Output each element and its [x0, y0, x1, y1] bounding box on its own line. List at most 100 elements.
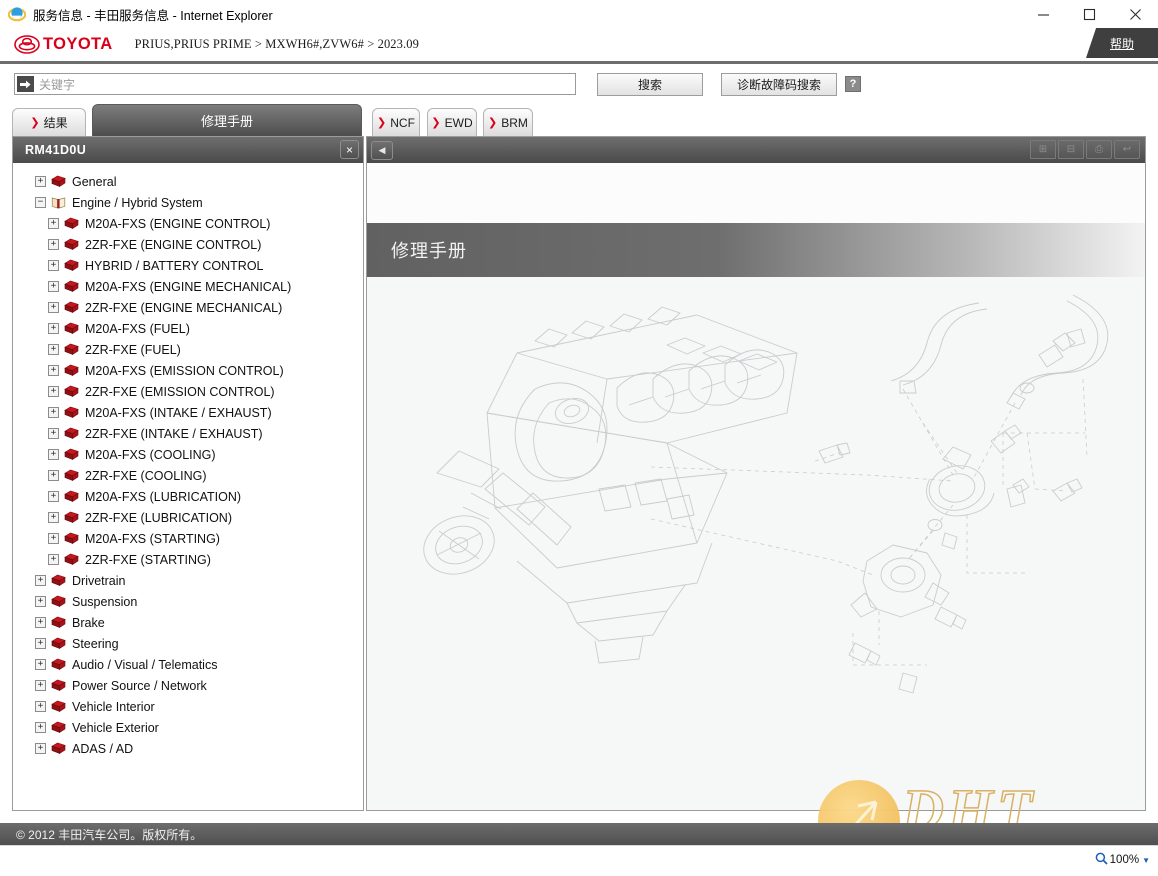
collapse-all-icon[interactable]: ⊟: [1058, 140, 1084, 159]
tree-item-label: 2ZR-FXE (STARTING): [85, 552, 211, 567]
tab-result[interactable]: ❯ 结果: [12, 108, 86, 136]
expand-node-icon[interactable]: +: [48, 260, 59, 271]
tree-item[interactable]: + Brake: [13, 612, 363, 633]
tree-item[interactable]: + ADAS / AD: [13, 738, 363, 759]
zoom-control[interactable]: 100% ▼: [1095, 852, 1150, 868]
expand-node-icon[interactable]: +: [35, 638, 46, 649]
tab-brm[interactable]: ❯ BRM: [483, 108, 533, 136]
minimize-button[interactable]: [1020, 0, 1066, 28]
expand-node-icon[interactable]: +: [48, 323, 59, 334]
tab-ewd-label: EWD: [444, 115, 473, 130]
tree-item[interactable]: + Audio / Visual / Telematics: [13, 654, 363, 675]
search-button[interactable]: 搜索: [597, 72, 703, 96]
expand-node-icon[interactable]: +: [35, 617, 46, 628]
tree-item-label: 2ZR-FXE (ENGINE MECHANICAL): [85, 300, 283, 315]
expand-node-icon[interactable]: +: [48, 365, 59, 376]
book-icon: [51, 658, 66, 671]
tree-item-label: M20A-FXS (COOLING): [85, 447, 216, 462]
tree-item[interactable]: + M20A-FXS (STARTING): [13, 528, 363, 549]
tree-item[interactable]: + M20A-FXS (LUBRICATION): [13, 486, 363, 507]
tree-item[interactable]: +2ZR-FXE (FUEL): [13, 339, 363, 360]
tree-item[interactable]: +2ZR-FXE (COOLING): [13, 465, 363, 486]
search-placeholder: 关键字: [39, 77, 76, 92]
close-button[interactable]: [1112, 0, 1158, 28]
expand-node-icon[interactable]: +: [35, 596, 46, 607]
tree-item[interactable]: + Vehicle Interior: [13, 696, 363, 717]
tree-item[interactable]: +2ZR-FXE (INTAKE / EXHAUST): [13, 423, 363, 444]
expand-node-icon[interactable]: +: [48, 344, 59, 355]
tree-item[interactable]: + Drivetrain: [13, 570, 363, 591]
collapse-node-icon[interactable]: −: [35, 197, 46, 208]
tree-item-list[interactable]: + General − Engine / Hybrid System + M20A-FXS…: [13, 163, 363, 810]
book-icon: [64, 427, 79, 440]
tree-item-label: Drivetrain: [72, 573, 126, 588]
tab-repair-manual[interactable]: 修理手册: [92, 104, 362, 136]
book-icon: [51, 175, 66, 188]
expand-node-icon[interactable]: +: [35, 575, 46, 586]
engine-exploded-diagram: [367, 293, 1145, 723]
copyright-text: © 2012 丰田汽车公司。版权所有。: [16, 827, 203, 842]
expand-node-icon[interactable]: +: [48, 281, 59, 292]
tree-item-label: 2ZR-FXE (ENGINE CONTROL): [85, 237, 262, 252]
tree-item[interactable]: + Power Source / Network: [13, 675, 363, 696]
tree-panel-header: RM41D0U ×: [13, 137, 363, 163]
expand-node-icon[interactable]: +: [48, 491, 59, 502]
expand-node-icon[interactable]: +: [48, 386, 59, 397]
expand-node-icon[interactable]: +: [35, 176, 46, 187]
tree-item[interactable]: + M20A-FXS (ENGINE CONTROL): [13, 213, 363, 234]
return-icon[interactable]: ↩: [1114, 140, 1140, 159]
search-help-icon[interactable]: ?: [845, 76, 861, 92]
tree-item-label: M20A-FXS (ENGINE MECHANICAL): [85, 279, 292, 294]
tree-item[interactable]: + Suspension: [13, 591, 363, 612]
tree-item[interactable]: + Vehicle Exterior: [13, 717, 363, 738]
expand-node-icon[interactable]: +: [48, 407, 59, 418]
print-icon[interactable]: ⎙: [1086, 140, 1112, 159]
maximize-button[interactable]: [1066, 0, 1112, 28]
expand-node-icon[interactable]: +: [48, 533, 59, 544]
tree-item[interactable]: +2ZR-FXE (LUBRICATION): [13, 507, 363, 528]
tree-item[interactable]: +2ZR-FXE (ENGINE MECHANICAL): [13, 297, 363, 318]
expand-node-icon[interactable]: +: [35, 659, 46, 670]
tree-item[interactable]: − Engine / Hybrid System: [13, 192, 363, 213]
dtc-search-button[interactable]: 诊断故障码搜索: [721, 72, 837, 96]
tab-brm-label: BRM: [501, 115, 528, 130]
tree-item[interactable]: + Steering: [13, 633, 363, 654]
help-tab-button[interactable]: 帮助: [1086, 28, 1158, 58]
expand-node-icon[interactable]: +: [48, 218, 59, 229]
expand-node-icon[interactable]: +: [48, 449, 59, 460]
tab-ncf[interactable]: ❯ NCF: [372, 108, 420, 136]
tree-item[interactable]: + M20A-FXS (EMISSION CONTROL): [13, 360, 363, 381]
tab-ewd[interactable]: ❯ EWD: [427, 108, 477, 136]
book-icon: [64, 406, 79, 419]
expand-node-icon[interactable]: +: [48, 554, 59, 565]
tree-item[interactable]: + M20A-FXS (ENGINE MECHANICAL): [13, 276, 363, 297]
expand-node-icon[interactable]: +: [48, 512, 59, 523]
search-input[interactable]: 关键字: [14, 73, 576, 95]
tab-bar: ❯ 结果 修理手册 ❯ NCF ❯ EWD ❯ BRM: [0, 104, 1158, 136]
tree-item[interactable]: + M20A-FXS (INTAKE / EXHAUST): [13, 402, 363, 423]
tree-panel-close-button[interactable]: ×: [340, 140, 359, 159]
tree-item[interactable]: +2ZR-FXE (ENGINE CONTROL): [13, 234, 363, 255]
expand-node-icon[interactable]: +: [48, 239, 59, 250]
collapse-panel-button[interactable]: ◀: [371, 140, 393, 160]
expand-node-icon[interactable]: +: [48, 428, 59, 439]
tree-item[interactable]: + General: [13, 171, 363, 192]
tree-item[interactable]: +2ZR-FXE (STARTING): [13, 549, 363, 570]
expand-node-icon[interactable]: +: [35, 680, 46, 691]
book-icon: [64, 385, 79, 398]
tree-item[interactable]: + HYBRID / BATTERY CONTROL: [13, 255, 363, 276]
expand-node-icon[interactable]: +: [48, 470, 59, 481]
expand-node-icon[interactable]: +: [35, 701, 46, 712]
browser-status-bar: 100% ▼: [0, 845, 1158, 876]
book-icon: [64, 280, 79, 293]
tree-item[interactable]: + M20A-FXS (COOLING): [13, 444, 363, 465]
tab-chevron-icon: ❯: [377, 117, 387, 129]
book-icon: [51, 679, 66, 692]
expand-all-icon[interactable]: ⊞: [1030, 140, 1056, 159]
tree-item[interactable]: + M20A-FXS (FUEL): [13, 318, 363, 339]
tree-item[interactable]: +2ZR-FXE (EMISSION CONTROL): [13, 381, 363, 402]
expand-node-icon[interactable]: +: [48, 302, 59, 313]
expand-node-icon[interactable]: +: [35, 743, 46, 754]
expand-node-icon[interactable]: +: [35, 722, 46, 733]
book-icon: [64, 217, 79, 230]
